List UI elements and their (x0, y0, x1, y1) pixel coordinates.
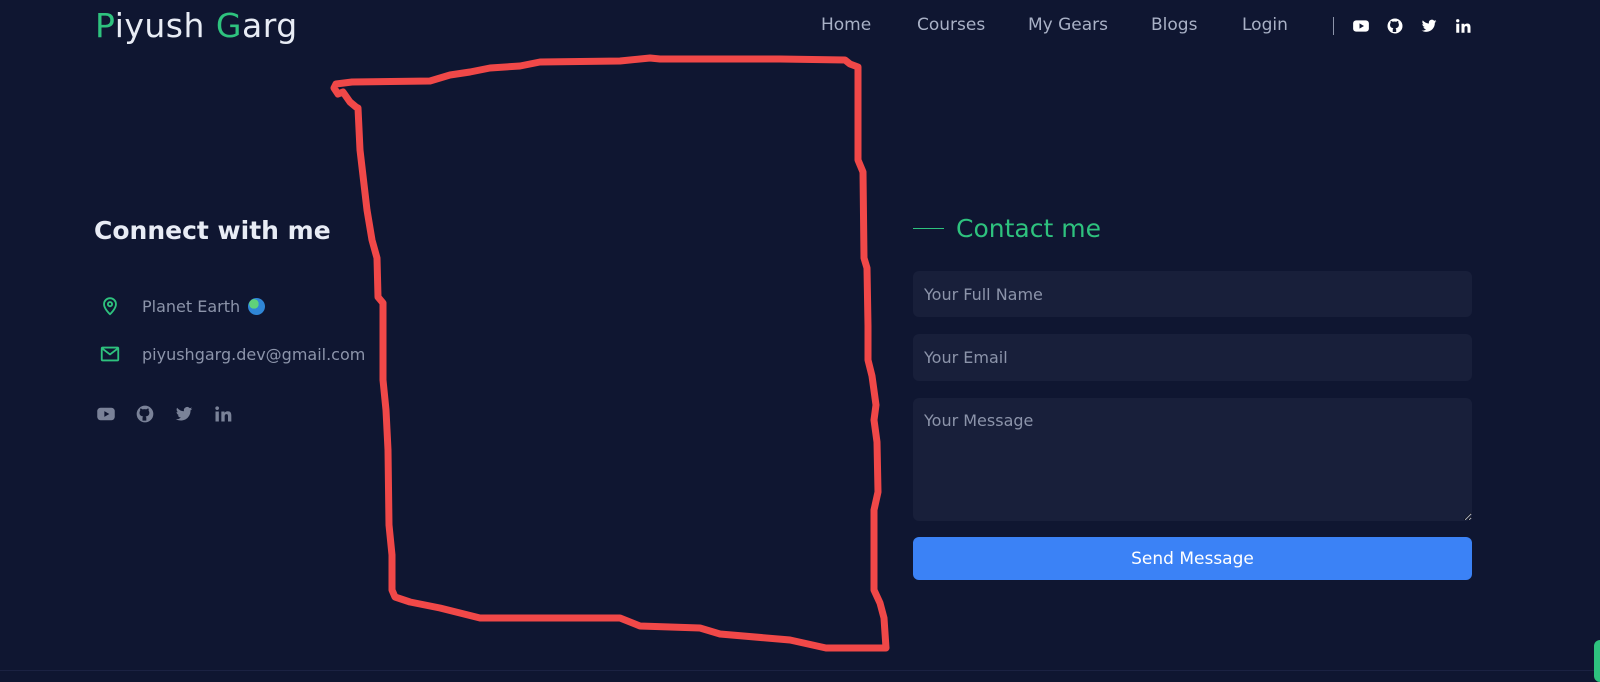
location-pin-icon (99, 295, 121, 317)
message-textarea[interactable] (913, 398, 1472, 521)
connect-title: Connect with me (94, 216, 331, 245)
youtube-icon[interactable] (1352, 17, 1370, 35)
email-input[interactable] (913, 334, 1472, 381)
contact-heading: Contact me (913, 214, 1101, 243)
footer-divider (0, 670, 1600, 671)
logo-initial-g: G (215, 6, 242, 45)
email-link[interactable]: piyushgarg.dev@gmail.com (142, 345, 365, 364)
heading-accent-line (913, 228, 944, 229)
email-row: piyushgarg.dev@gmail.com (99, 342, 365, 366)
contact-title: Contact me (956, 214, 1101, 243)
mail-icon (99, 343, 121, 365)
nav-blogs[interactable]: Blogs (1151, 15, 1197, 35)
logo-last-name: arg (241, 6, 298, 45)
location-label: Planet Earth (142, 296, 241, 316)
location-row: Planet Earth (99, 294, 266, 318)
youtube-icon[interactable] (96, 404, 116, 424)
site-logo[interactable]: Piyush Garg (95, 6, 298, 45)
send-message-button[interactable]: Send Message (913, 537, 1472, 580)
full-name-input[interactable] (913, 271, 1472, 317)
globe-emoji (248, 297, 266, 315)
logo-first-name: iyush (114, 6, 216, 45)
twitter-icon[interactable] (174, 404, 194, 424)
location-text: Planet Earth (142, 296, 266, 316)
linkedin-icon[interactable] (213, 404, 233, 424)
linkedin-icon[interactable] (1454, 17, 1472, 35)
nav-login[interactable]: Login (1242, 15, 1288, 35)
twitter-icon[interactable] (1420, 17, 1438, 35)
logo-initial-p: P (95, 6, 115, 45)
nav-home[interactable]: Home (821, 15, 871, 35)
nav-my-gears[interactable]: My Gears (1028, 15, 1108, 35)
nav-courses[interactable]: Courses (917, 15, 985, 35)
nav-divider (1333, 17, 1334, 35)
chat-widget-tab[interactable] (1594, 640, 1600, 682)
github-icon[interactable] (1386, 17, 1404, 35)
github-icon[interactable] (135, 404, 155, 424)
